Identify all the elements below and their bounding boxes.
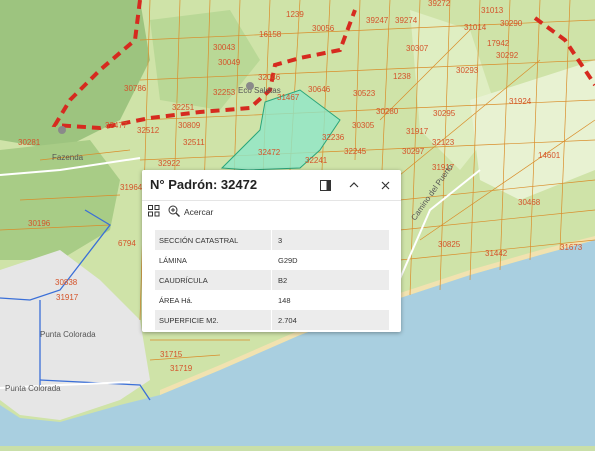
parcel-label: 30838 xyxy=(55,278,78,287)
parcel-label: 32236 xyxy=(322,133,345,142)
parcel-label: 30196 xyxy=(28,219,51,228)
attributes-table: SECCIÓN CATASTRAL 3 LÁMINA G29D CAUDRÍCULA… xyxy=(155,230,389,330)
attribute-value: 148 xyxy=(278,295,291,305)
parcel-label: 30292 xyxy=(496,51,519,60)
poi-icon xyxy=(58,126,66,134)
zoom-to-button[interactable]: Acercar xyxy=(184,207,213,217)
dock-button[interactable] xyxy=(316,176,334,194)
attribute-key: SECCIÓN CATASTRAL xyxy=(155,230,272,250)
table-row: ÁREA Há. 148 xyxy=(155,290,389,310)
parcel-label: 32245 xyxy=(344,147,367,156)
parcel-label: 6794 xyxy=(118,239,136,248)
parcel-label: 1238 xyxy=(393,72,411,81)
close-button[interactable] xyxy=(376,176,394,194)
parcel-label: 30056 xyxy=(312,24,335,33)
table-row: CAUDRÍCULA B2 xyxy=(155,270,389,290)
parcel-label: 30825 xyxy=(438,240,461,249)
parcel-label: 16158 xyxy=(259,30,282,39)
parcel-label: 30307 xyxy=(406,44,429,53)
zoom-in-icon[interactable] xyxy=(168,205,180,217)
attribute-key: ÁREA Há. xyxy=(155,290,272,310)
parcel-label: 17942 xyxy=(487,39,510,48)
poi-icon xyxy=(246,82,254,90)
chevron-up-icon xyxy=(349,182,359,188)
parcel-label: 30786 xyxy=(124,84,147,93)
attribute-key: LÁMINA xyxy=(155,250,272,270)
place-name: Eco Saletas xyxy=(238,86,281,95)
parcel-label: 31917 xyxy=(406,127,429,136)
popup-toolbar: Acercar xyxy=(142,201,401,223)
parcel-label: 32922 xyxy=(158,159,181,168)
parcel-label: 31013 xyxy=(481,6,504,15)
attribute-key: SUPERFICIE M2. xyxy=(155,310,272,330)
table-row: SECCIÓN CATASTRAL 3 xyxy=(155,230,389,250)
place-name: Punta Colorada xyxy=(40,330,96,339)
parcel-label: 30295 xyxy=(433,109,456,118)
parcel-label: 30281 xyxy=(18,138,41,147)
parcel-label: 31014 xyxy=(464,23,487,32)
parcel-label: 32046 xyxy=(258,73,281,82)
parcel-label: 30280 xyxy=(376,107,399,116)
parcel-label: 30468 xyxy=(518,198,541,207)
collapse-button[interactable] xyxy=(345,176,363,194)
dock-icon xyxy=(319,179,331,191)
parcel-label: 32512 xyxy=(137,126,160,135)
place-name: Punta Colorada xyxy=(5,384,61,393)
parcel-label: 1239 xyxy=(286,10,304,19)
parcel-label: 30523 xyxy=(353,89,376,98)
parcel-label: 31715 xyxy=(160,350,183,359)
parcel-label: 30290 xyxy=(500,19,523,28)
popup-title: N° Padrón: 32472 xyxy=(150,177,258,192)
parcel-label: 39272 xyxy=(428,0,451,8)
attribute-value: B2 xyxy=(271,270,389,290)
parcel-label: 32123 xyxy=(432,138,455,147)
parcel-label: 30297 xyxy=(402,147,425,156)
parcel-label: 32477 xyxy=(105,121,128,130)
parcel-label: 32251 xyxy=(172,103,195,112)
parcel-label: 32241 xyxy=(305,156,328,165)
parcel-popup: N° Padrón: 32472 Acercar SECCIÓN CATASTR… xyxy=(142,170,401,332)
parcel-label: 32472 xyxy=(258,148,281,157)
parcel-label: 31719 xyxy=(170,364,193,373)
attribute-key: CAUDRÍCULA xyxy=(155,270,272,290)
parcel-label: 31442 xyxy=(485,249,508,258)
attribute-value: G29D xyxy=(278,255,298,265)
close-icon xyxy=(381,181,389,189)
grid-menu-icon[interactable] xyxy=(148,205,160,217)
table-row: SUPERFICIE M2. 2.704 xyxy=(155,310,389,330)
parcel-label: 32511 xyxy=(183,138,205,147)
parcel-label: 14601 xyxy=(538,151,561,160)
parcel-label: 32253 xyxy=(213,88,236,97)
parcel-label: 31917 xyxy=(56,293,79,302)
parcel-label: 30809 xyxy=(178,121,201,130)
parcel-label: 30043 xyxy=(213,43,236,52)
parcel-label: 31673 xyxy=(560,243,583,252)
parcel-label: 39274 xyxy=(395,16,418,25)
popup-header: N° Padrón: 32472 xyxy=(142,170,401,201)
table-row: LÁMINA G29D xyxy=(155,250,389,270)
parcel-label: 30293 xyxy=(456,66,479,75)
parcel-label: 30646 xyxy=(308,85,331,94)
attribute-value: 2.704 xyxy=(271,310,389,330)
place-name: Fazenda xyxy=(52,153,84,162)
parcel-label: 39247 xyxy=(366,16,389,25)
attribute-value: 3 xyxy=(271,230,389,250)
parcel-label: 30049 xyxy=(218,58,241,67)
parcel-label: 31924 xyxy=(509,97,532,106)
parcel-label: 30305 xyxy=(352,121,375,130)
parcel-label: 31964 xyxy=(120,183,143,192)
